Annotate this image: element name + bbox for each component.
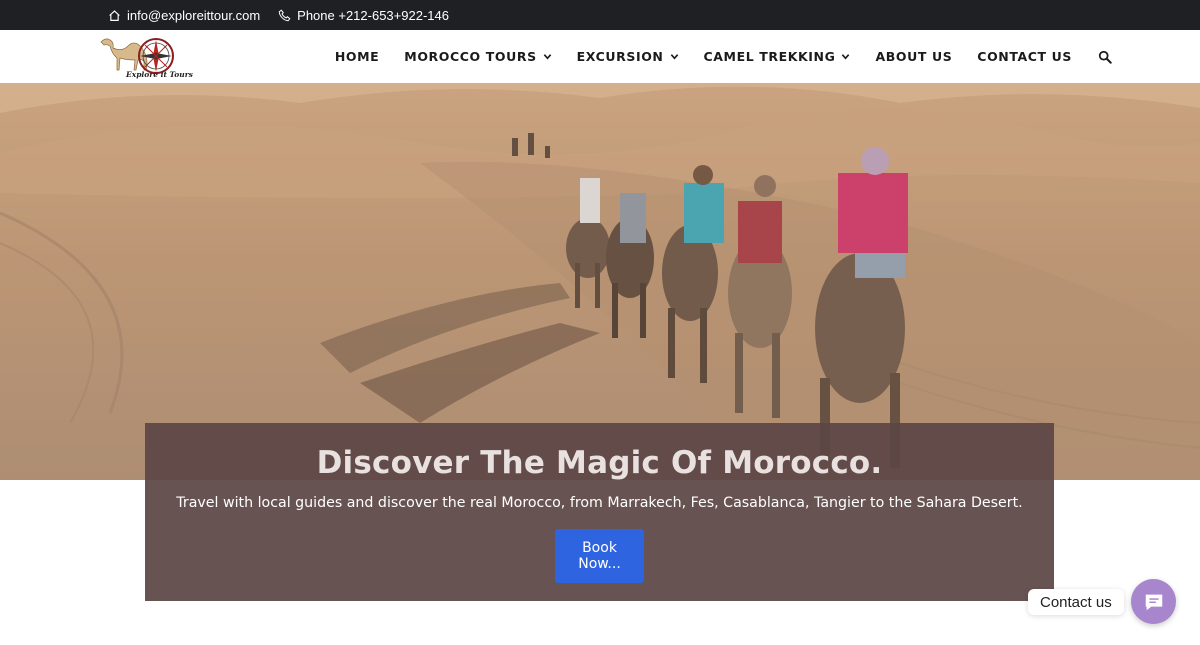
site-header: Explore it Tours HOME MOROCCO TOURS EXCU… (0, 30, 1200, 83)
nav-morocco-tours-label: MOROCCO TOURS (404, 49, 537, 64)
home-icon (109, 9, 120, 21)
book-now-button[interactable]: Book Now... (555, 529, 644, 583)
phone-link[interactable]: Phone +212-653+922-146 (278, 8, 449, 23)
nav-about-us[interactable]: ABOUT US (875, 49, 952, 64)
site-logo[interactable]: Explore it Tours (98, 32, 193, 82)
search-icon[interactable] (1098, 50, 1112, 64)
chevron-down-icon (842, 54, 850, 60)
nav-camel-trekking-label: CAMEL TREKKING (703, 49, 836, 64)
nav-morocco-tours[interactable]: MOROCCO TOURS (404, 49, 551, 64)
nav-excursion[interactable]: EXCURSION (577, 49, 679, 64)
hero-banner (0, 83, 1200, 480)
chevron-down-icon (670, 54, 678, 60)
email-text: info@exploreittour.com (127, 7, 261, 23)
logo-text: Explore it Tours (126, 70, 193, 79)
nav-excursion-label: EXCURSION (576, 49, 664, 64)
main-nav: HOME MOROCCO TOURS EXCURSION CAMEL TREKK… (335, 30, 1112, 83)
chat-icon (1145, 594, 1162, 610)
nav-camel-trekking[interactable]: CAMEL TREKKING (704, 49, 851, 64)
hero-caption-panel: Discover The Magic Of Morocco. Travel wi… (145, 423, 1054, 601)
nav-about-us-label: ABOUT US (875, 49, 953, 64)
nav-home-label: HOME (334, 49, 380, 64)
phone-icon (278, 9, 291, 21)
chevron-down-icon (543, 54, 551, 60)
nav-contact-us[interactable]: CONTACT US (977, 49, 1072, 64)
hero-title: Discover The Magic Of Morocco. (316, 445, 883, 481)
top-bar: info@exploreittour.com Phone +212-653+92… (0, 0, 1200, 30)
phone-text: Phone +212-653+922-146 (297, 7, 449, 23)
nav-contact-us-label: CONTACT US (977, 49, 1072, 64)
nav-home[interactable]: HOME (335, 49, 379, 64)
contact-us-label[interactable]: Contact us (1028, 589, 1124, 615)
hero-subtitle: Travel with local guides and discover th… (176, 495, 1023, 511)
desert-camel-caravan-image (0, 83, 1200, 480)
contact-us-text: Contact us (1040, 593, 1112, 611)
contact-us-button[interactable] (1131, 579, 1176, 624)
email-link[interactable]: info@exploreittour.com (108, 8, 260, 23)
